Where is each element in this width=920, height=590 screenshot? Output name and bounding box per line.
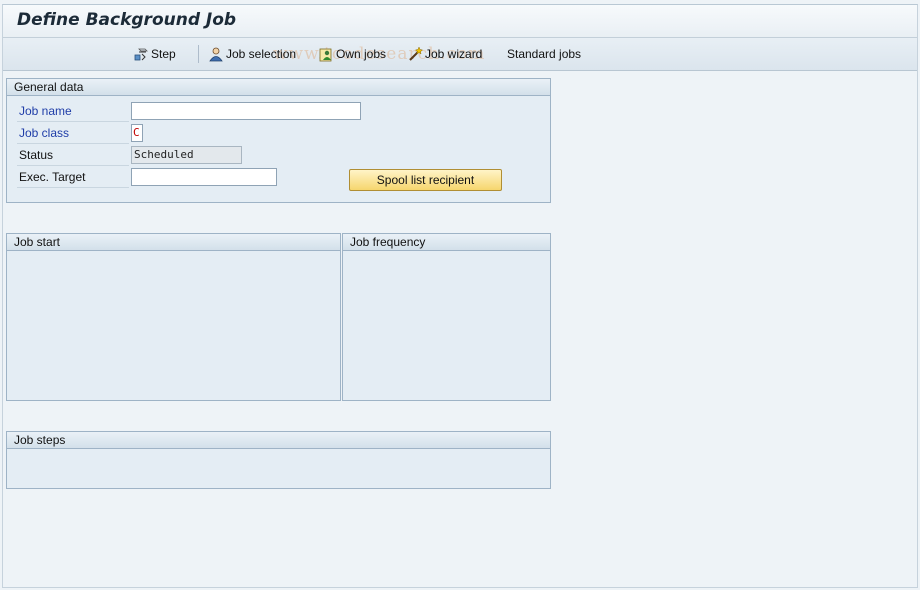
sap-window: Define Background Job www.tcodesearch.co…	[2, 4, 918, 588]
exec-target-input[interactable]	[131, 168, 277, 186]
own-jobs-button[interactable]: Own jobs	[318, 46, 386, 62]
title-bar: Define Background Job	[3, 5, 917, 38]
status-label: Status	[17, 145, 129, 166]
general-data-title: General data	[7, 79, 550, 96]
job-start-group: Job start	[6, 233, 341, 401]
own-jobs-icon	[318, 46, 334, 62]
page-title: Define Background Job	[17, 10, 237, 30]
job-steps-group: Job steps	[6, 431, 551, 489]
toolbar-separator	[198, 45, 199, 63]
standard-jobs-button[interactable]: Standard jobs	[507, 46, 581, 62]
job-class-input[interactable]: C	[131, 124, 143, 142]
job-start-title: Job start	[7, 234, 340, 251]
step-icon	[133, 46, 149, 62]
job-name-label: Job name	[17, 101, 129, 122]
job-frequency-title: Job frequency	[343, 234, 550, 251]
job-wizard-button[interactable]: Job wizard	[407, 46, 482, 62]
job-selection-button[interactable]: Job selection	[208, 46, 296, 62]
spool-list-recipient-button[interactable]: Spool list recipient	[349, 169, 502, 191]
job-frequency-group: Job frequency	[342, 233, 551, 401]
job-name-input[interactable]	[131, 102, 361, 120]
job-selection-icon	[208, 46, 224, 62]
exec-target-label: Exec. Target	[17, 167, 129, 188]
status-field: Scheduled	[131, 146, 242, 164]
application-toolbar: www.tcodesearch.com Step Job selection O…	[3, 38, 917, 71]
job-wizard-icon	[407, 46, 424, 62]
step-button[interactable]: Step	[133, 46, 176, 62]
job-class-label: Job class	[17, 123, 129, 144]
job-steps-title: Job steps	[7, 432, 550, 449]
